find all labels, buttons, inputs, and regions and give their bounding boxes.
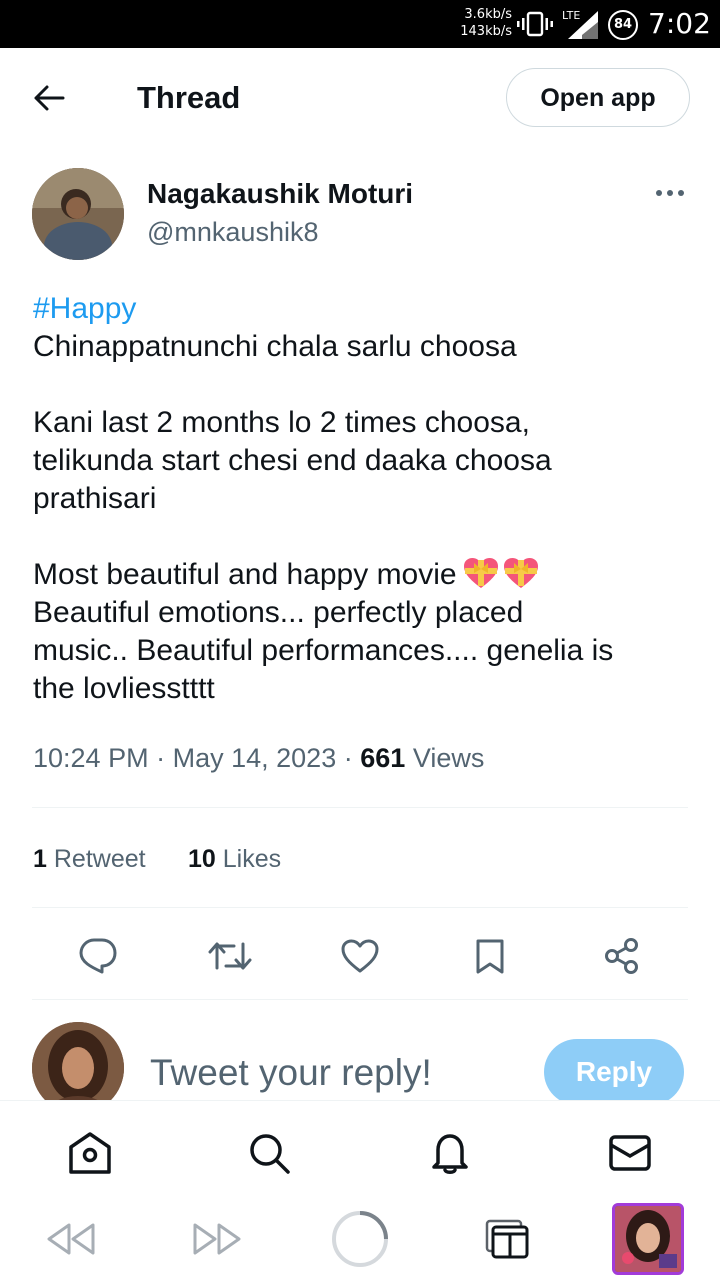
more-dot-icon: [667, 190, 673, 196]
reply-input[interactable]: Tweet your reply!: [150, 1050, 432, 1096]
tweet-line: prathisari: [33, 482, 157, 515]
share-button[interactable]: [596, 930, 648, 982]
upload-speed: 3.6kb/s: [464, 7, 512, 22]
share-icon: [605, 938, 638, 974]
heart-with-ribbon-icon: [503, 558, 538, 588]
divider: [32, 807, 688, 808]
tweet-line: Kani last 2 months lo 2 times choosa,: [33, 406, 530, 439]
more-dot-icon: [678, 190, 684, 196]
tweet-date[interactable]: May 14, 2023: [173, 743, 337, 773]
status-bar: 3.6kb/s 143kb/s LTE 84 7:02: [0, 0, 720, 48]
tweet-line: Beautiful emotions... perfectly placed: [33, 596, 524, 629]
tweet-metadata: 10:24 PM · May 14, 2023 · 661 Views: [33, 740, 484, 776]
nav-search[interactable]: [245, 1129, 293, 1177]
reply-button[interactable]: [72, 930, 124, 982]
reply-submit-button[interactable]: Reply: [544, 1039, 684, 1105]
signal-icon: LTE: [562, 9, 598, 39]
tweet-line: telikunda start chesi end daaka choosa: [33, 444, 552, 477]
browser-forward-button[interactable]: [186, 1208, 248, 1270]
likes-stat[interactable]: 10 Likes: [188, 842, 281, 876]
browser-tabs-button[interactable]: [476, 1208, 538, 1270]
nav-home[interactable]: [66, 1129, 114, 1177]
tweet-line-with-emoji: Most beautiful and happy movie: [33, 556, 693, 594]
likes-label: Likes: [222, 845, 282, 873]
notifications-icon: [432, 1134, 468, 1174]
divider: [32, 907, 688, 908]
browser-reload-button[interactable]: [329, 1208, 391, 1270]
views-count: 661: [360, 743, 406, 773]
retweet-button[interactable]: [204, 930, 256, 982]
fast-forward-icon: [193, 1223, 241, 1255]
network-type: LTE: [562, 9, 580, 22]
retweets-count: 1: [33, 845, 47, 873]
vibrate-icon: [517, 11, 553, 37]
tweet-text: #Happy Chinappatnunchi chala sarlu choos…: [33, 290, 693, 708]
likes-count: 10: [188, 845, 216, 873]
retweets-stat[interactable]: 1 Retweet: [33, 842, 146, 876]
hashtag-link[interactable]: #Happy: [33, 290, 693, 328]
bookmark-button[interactable]: [464, 930, 516, 982]
like-icon: [341, 939, 379, 973]
loading-icon: [332, 1211, 388, 1267]
browser-back-button[interactable]: [40, 1208, 102, 1270]
battery-icon: 84: [608, 10, 638, 40]
author-avatar-image: [32, 168, 124, 260]
rewind-icon: [47, 1223, 95, 1255]
tweet-line: Most beautiful and happy movie: [33, 558, 457, 591]
browser-toolbar: [0, 1198, 720, 1280]
header: Thread Open app: [0, 48, 720, 146]
separator-dot: ·: [156, 743, 166, 773]
tweet-line: the lovliesstttt: [33, 672, 215, 705]
views-label: Views: [412, 743, 485, 773]
more-dot-icon: [656, 190, 662, 196]
messages-icon: [609, 1135, 651, 1171]
more-options-button[interactable]: [650, 180, 690, 206]
back-button[interactable]: [26, 76, 72, 120]
retweet-icon: [208, 942, 252, 970]
status-time: 7:02: [648, 7, 711, 40]
tweet-line: music.. Beautiful performances.... genel…: [33, 634, 614, 667]
author-name[interactable]: Nagakaushik Moturi: [147, 176, 413, 212]
author-avatar[interactable]: [32, 168, 124, 260]
tabs-icon: [485, 1219, 529, 1259]
browser-profile-avatar[interactable]: [612, 1203, 684, 1275]
like-button[interactable]: [334, 930, 386, 982]
nav-messages[interactable]: [606, 1129, 654, 1177]
bookmark-icon: [476, 939, 504, 974]
reply-icon: [79, 938, 117, 974]
retweets-label: Retweet: [53, 845, 146, 873]
page-title: Thread: [137, 80, 241, 115]
bottom-nav: [0, 1100, 720, 1198]
search-icon: [250, 1134, 290, 1174]
download-speed: 143kb/s: [460, 24, 512, 39]
open-app-button[interactable]: Open app: [506, 68, 690, 127]
arrow-left-icon: [34, 85, 65, 111]
author-handle[interactable]: @mnkaushik8: [147, 214, 318, 250]
tweet-time[interactable]: 10:24 PM: [33, 743, 149, 773]
divider: [32, 999, 688, 1000]
separator-dot: ·: [343, 743, 353, 773]
tweet-line: Chinappatnunchi chala sarlu choosa: [33, 330, 517, 363]
profile-avatar-image: [615, 1206, 681, 1272]
home-icon: [69, 1132, 111, 1174]
network-speed: 3.6kb/s 143kb/s: [452, 6, 512, 40]
nav-notifications[interactable]: [426, 1129, 474, 1177]
heart-with-ribbon-icon: [463, 558, 498, 588]
